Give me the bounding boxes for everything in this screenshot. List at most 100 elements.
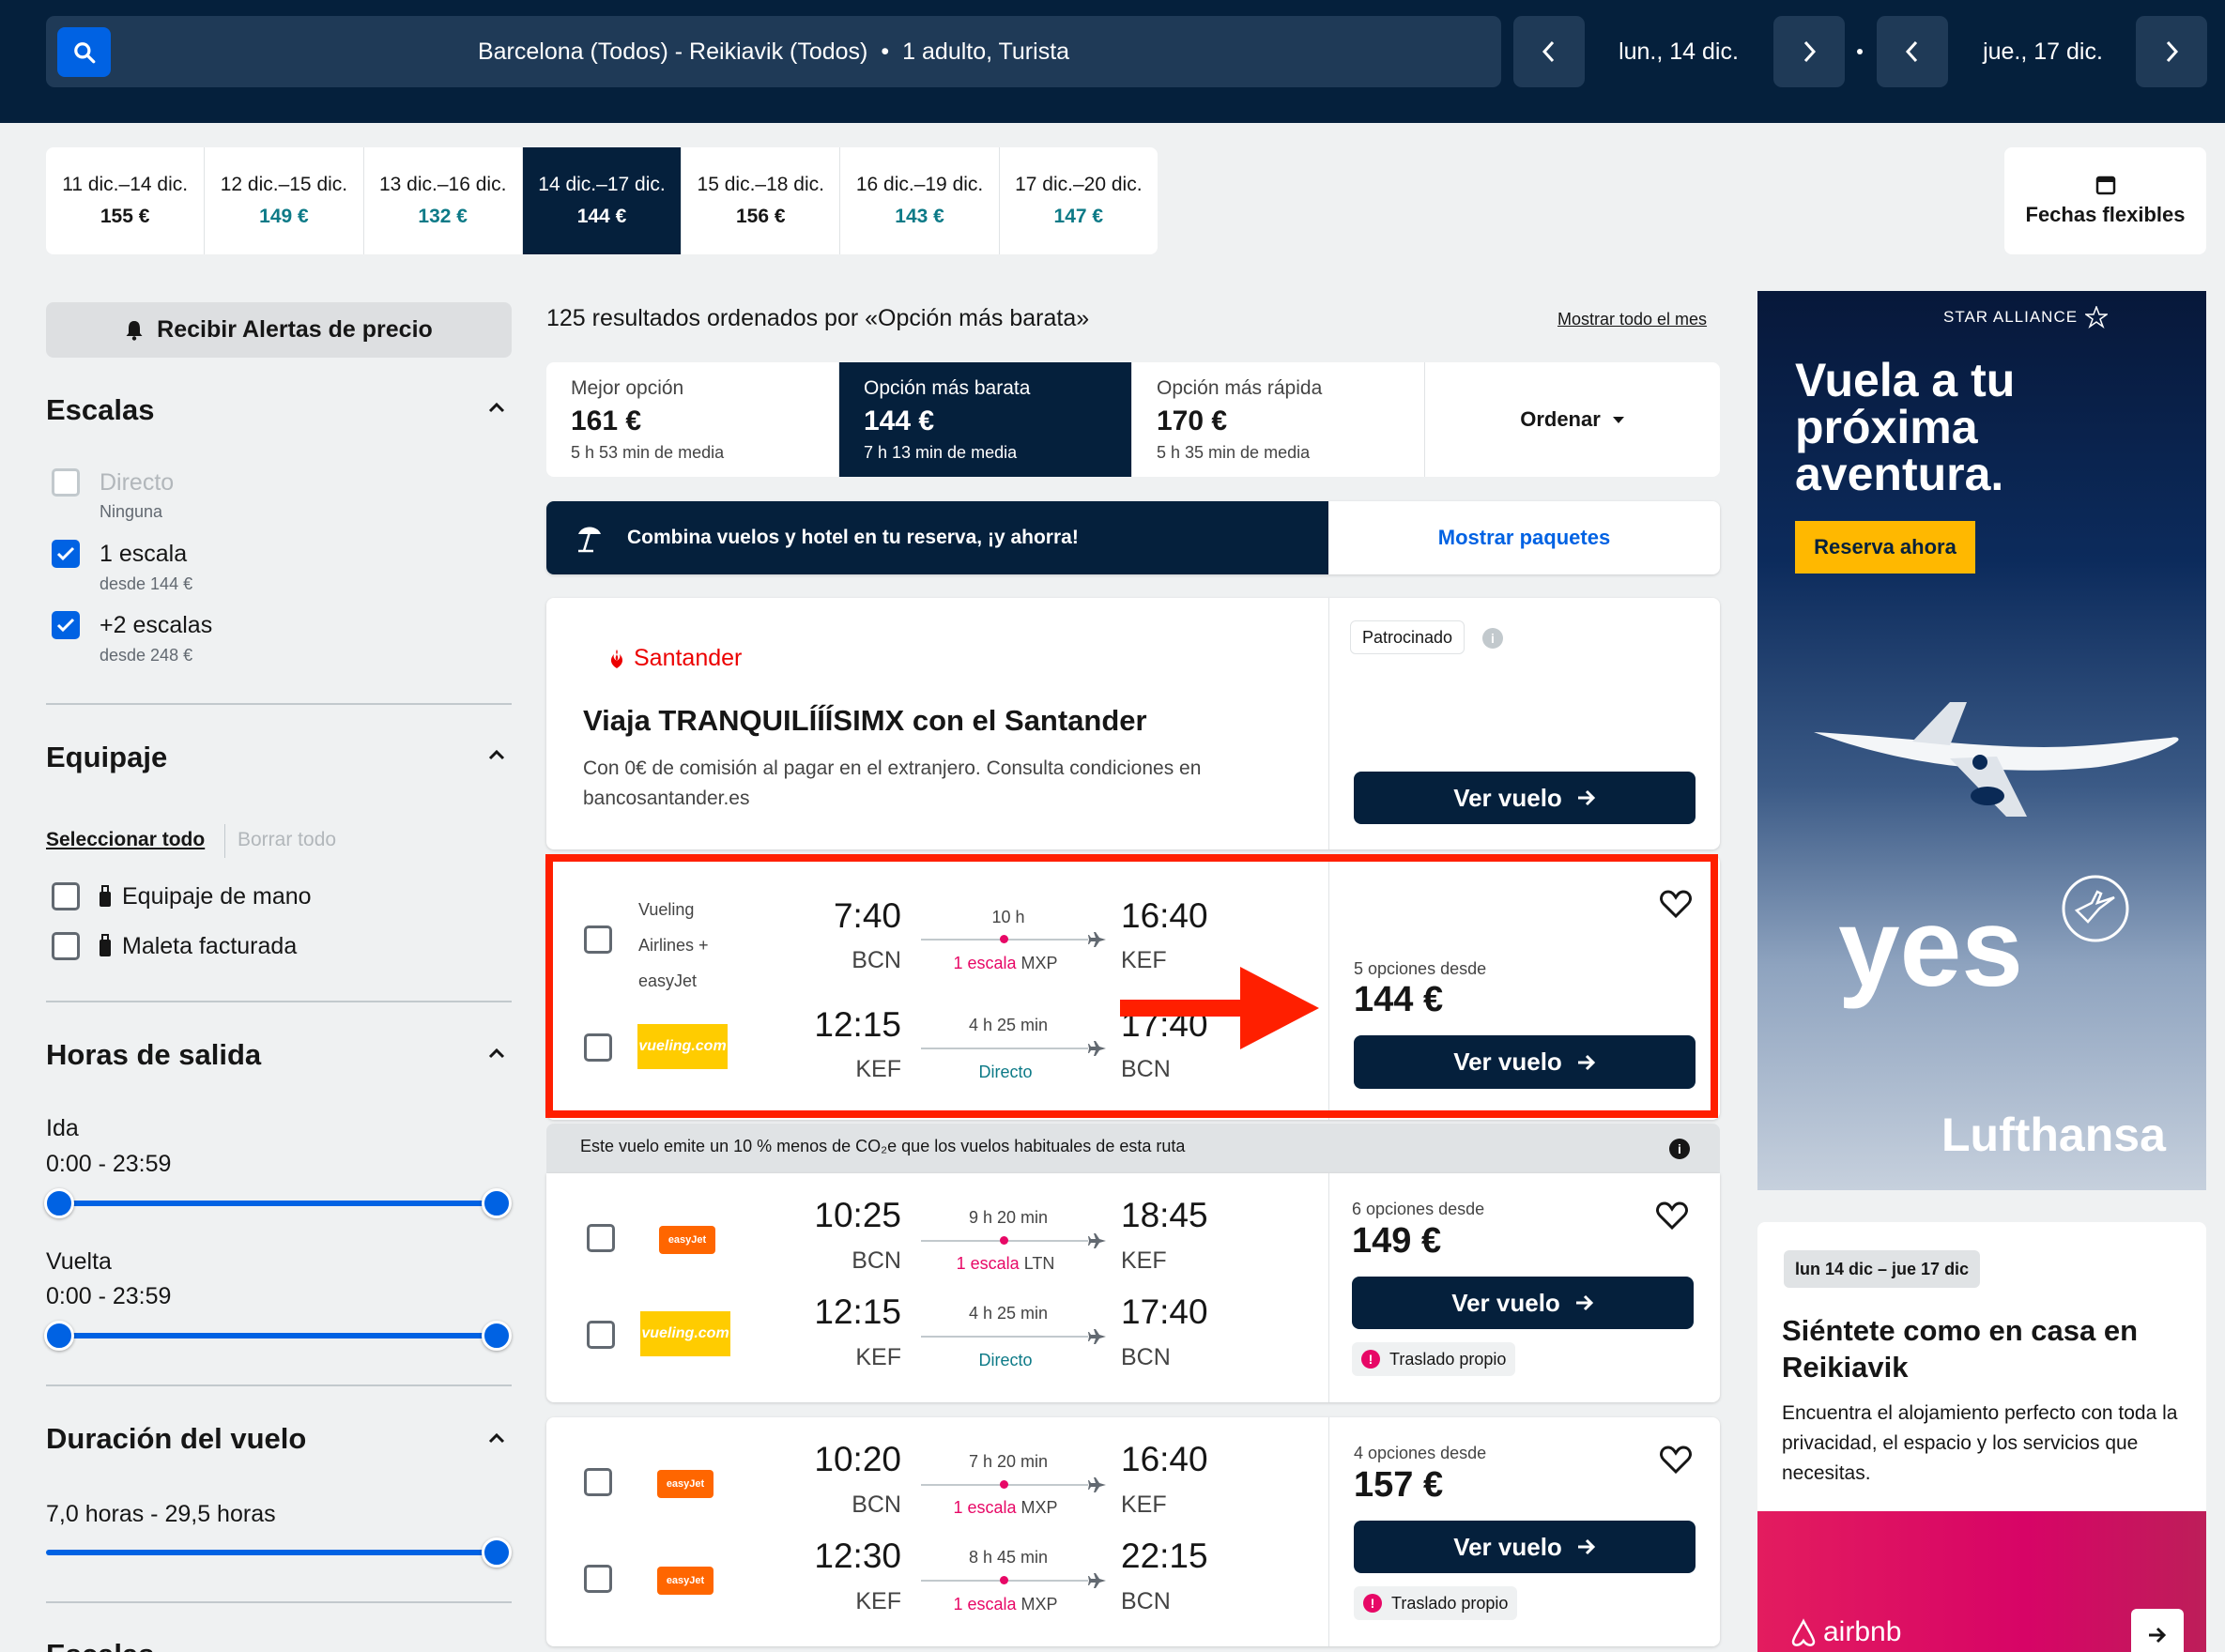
search-summary-field[interactable]: Barcelona (Todos) - Reikiavik (Todos) • … bbox=[46, 16, 1501, 87]
sponsored-view-button[interactable]: Ver vuelo bbox=[1354, 772, 1696, 824]
divider bbox=[224, 824, 225, 858]
santander-flame-icon bbox=[610, 649, 623, 668]
select-leg-checkbox[interactable] bbox=[584, 1565, 612, 1593]
airbnb-ad[interactable]: lun 14 dic – jue 17 dic Siéntete como en… bbox=[1757, 1222, 2206, 1652]
chevron-up-icon[interactable] bbox=[488, 1048, 505, 1059]
button-label: Ver vuelo bbox=[1451, 1288, 1560, 1317]
departure-time: 12:15 bbox=[814, 1293, 901, 1331]
sort-tab-title: Opción más rápida bbox=[1157, 377, 1323, 399]
show-month-link[interactable]: Mostrar todo el mes bbox=[1558, 310, 1707, 329]
price: 157 € bbox=[1354, 1465, 1444, 1505]
view-flight-button[interactable]: Ver vuelo bbox=[1352, 1277, 1694, 1329]
plane-icon bbox=[1088, 1233, 1106, 1248]
arrival-airport: KEF bbox=[1121, 1247, 1167, 1274]
stops-two-plus-checkbox[interactable] bbox=[52, 611, 80, 639]
select-all-link[interactable]: Seleccionar todo bbox=[46, 829, 205, 851]
duration-slider-handle[interactable] bbox=[482, 1537, 512, 1568]
show-packages-link[interactable]: Mostrar paquetes bbox=[1328, 501, 1720, 574]
badge-label: Traslado propio bbox=[1389, 1349, 1507, 1369]
depart-next-button[interactable] bbox=[1773, 16, 1845, 87]
checked-bag-checkbox[interactable] bbox=[52, 932, 80, 960]
flexible-dates-button[interactable]: Fechas flexibles bbox=[2004, 147, 2206, 254]
select-leg-checkbox[interactable] bbox=[584, 1468, 612, 1496]
info-icon[interactable]: i bbox=[1669, 1139, 1690, 1159]
return-prev-button[interactable] bbox=[1877, 16, 1948, 87]
book-now-button[interactable]: Reserva ahora bbox=[1795, 521, 1975, 574]
alliance-text: STAR ALLIANCE bbox=[1943, 308, 2079, 326]
flight-result-card[interactable]: easyJet 10:25 BCN 9 h 20 min 1 escala LT… bbox=[546, 1173, 1720, 1402]
airbnb-logo: airbnb bbox=[1789, 1616, 1901, 1648]
depart-prev-button[interactable] bbox=[1513, 16, 1585, 87]
arrow-right-icon bbox=[1577, 1538, 1595, 1555]
route-line bbox=[921, 1576, 1088, 1584]
route-line bbox=[921, 1236, 1088, 1245]
stop-airport: MXP bbox=[1020, 1498, 1058, 1517]
price-alert-button[interactable]: Recibir Alertas de precio bbox=[46, 302, 512, 358]
stops-option-label: 1 escala bbox=[100, 541, 188, 567]
divider bbox=[1328, 1173, 1329, 1402]
return-slider-end-handle[interactable] bbox=[482, 1321, 512, 1351]
date-option[interactable]: 15 dic.–18 dic. 156 € bbox=[682, 147, 841, 254]
date-range: 16 dic.–19 dic. bbox=[855, 174, 984, 195]
button-label: Ver vuelo bbox=[1453, 783, 1562, 812]
select-leg-checkbox[interactable] bbox=[587, 1224, 615, 1252]
date-option[interactable]: 16 dic.–19 dic. 143 € bbox=[840, 147, 1000, 254]
depart-date[interactable]: lun., 14 dic. bbox=[1599, 16, 1758, 87]
date-option[interactable]: 17 dic.–20 dic. 147 € bbox=[1000, 147, 1158, 254]
sort-tabs: Mejor opción 161 € 5 h 53 min de media O… bbox=[546, 362, 1720, 477]
return-slider-start-handle[interactable] bbox=[44, 1321, 74, 1351]
santander-logo: Santander bbox=[606, 645, 742, 672]
co2-banner: Este vuelo emite un 10 % menos de CO₂e q… bbox=[546, 1124, 1720, 1173]
clear-all-link[interactable]: Borrar todo bbox=[238, 829, 336, 851]
stops-filter-title: Escalas bbox=[46, 393, 155, 426]
crane-logo-icon bbox=[2062, 875, 2129, 942]
lufthansa-ad[interactable]: STAR ALLIANCE Vuela a tu próxima aventur… bbox=[1757, 291, 2206, 1190]
sort-tab-cheapest[interactable]: Opción más barata 144 € 7 h 13 min de me… bbox=[839, 362, 1132, 477]
outbound-slider-end-handle[interactable] bbox=[482, 1188, 512, 1218]
departure-airport: KEF bbox=[855, 1344, 901, 1370]
view-flight-button[interactable]: Ver vuelo bbox=[1354, 1521, 1696, 1573]
outbound-slider-start-handle[interactable] bbox=[44, 1188, 74, 1218]
return-next-button[interactable] bbox=[2136, 16, 2207, 87]
stops-direct-checkbox[interactable] bbox=[52, 468, 80, 497]
date-option[interactable]: 11 dic.–14 dic. 155 € bbox=[46, 147, 206, 254]
leg-duration: 8 h 45 min bbox=[968, 1548, 1049, 1567]
chevron-up-icon[interactable] bbox=[488, 402, 505, 413]
easyjet-logo: easyJet bbox=[659, 1226, 715, 1254]
divider bbox=[46, 1384, 512, 1386]
date-price: 143 € bbox=[895, 206, 944, 227]
sort-tab-fastest[interactable]: Opción más rápida 170 € 5 h 35 min de me… bbox=[1132, 362, 1425, 477]
chevron-up-icon[interactable] bbox=[488, 1432, 505, 1444]
co2-text: Este vuelo emite un 10 % menos de CO₂e q… bbox=[580, 1137, 1186, 1155]
results-count: 125 resultados ordenados por «Opción más… bbox=[546, 305, 1090, 331]
ad-body: Encuentra el alojamiento perfecto con to… bbox=[1782, 1402, 2178, 1484]
stops-option-sub: desde 144 € bbox=[100, 574, 193, 593]
top-search-bar: Barcelona (Todos) - Reikiavik (Todos) • … bbox=[0, 0, 2225, 123]
badge-label: Traslado propio bbox=[1391, 1593, 1509, 1613]
ad-next-button[interactable] bbox=[2131, 1609, 2184, 1652]
date-option-selected[interactable]: 14 dic.–17 dic. 144 € bbox=[522, 147, 683, 254]
return-date[interactable]: jue., 17 dic. bbox=[1963, 16, 2123, 87]
info-icon[interactable]: i bbox=[1482, 628, 1503, 649]
plane-icon bbox=[1088, 1477, 1106, 1492]
arrival-time: 22:15 bbox=[1121, 1537, 1208, 1575]
sort-dropdown[interactable]: Ordenar bbox=[1425, 362, 1720, 477]
stops-option-label: Directo bbox=[100, 469, 175, 496]
date-option[interactable]: 13 dic.–16 dic. 132 € bbox=[364, 147, 523, 254]
plane-icon bbox=[1088, 1573, 1106, 1588]
flight-result-card[interactable]: easyJet 10:20 BCN 7 h 20 min 1 escala MX… bbox=[546, 1417, 1720, 1646]
easyjet-logo: easyJet bbox=[657, 1567, 714, 1595]
date-option[interactable]: 12 dic.–15 dic. 149 € bbox=[205, 147, 364, 254]
santander-brand: Santander bbox=[634, 645, 743, 671]
sort-dropdown-label: Ordenar bbox=[1520, 407, 1601, 431]
stops-one-checkbox[interactable] bbox=[52, 540, 80, 568]
heart-icon[interactable] bbox=[1656, 1201, 1688, 1230]
chevron-up-icon[interactable] bbox=[488, 749, 505, 760]
select-leg-checkbox[interactable] bbox=[587, 1321, 615, 1349]
heart-icon[interactable] bbox=[1660, 1446, 1692, 1474]
ad-headline: Vuela a tu próxima aventura. bbox=[1795, 354, 2016, 500]
carry-on-checkbox[interactable] bbox=[52, 882, 80, 910]
sort-tab-best[interactable]: Mejor opción 161 € 5 h 53 min de media bbox=[546, 362, 839, 477]
calendar-icon bbox=[2095, 176, 2115, 195]
stop-label: 1 escala bbox=[953, 1498, 1017, 1517]
